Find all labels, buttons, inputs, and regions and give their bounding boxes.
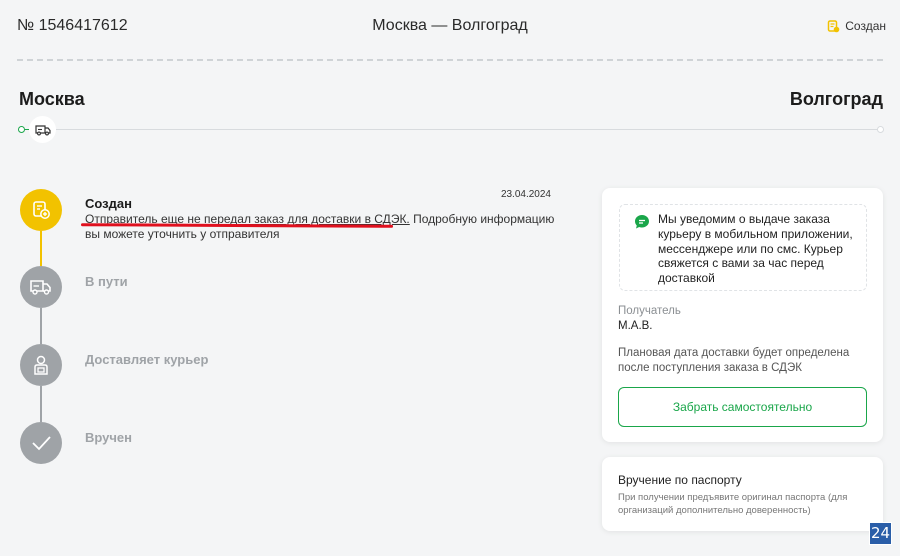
- courier-icon: [20, 344, 62, 386]
- truck-icon: [20, 266, 62, 308]
- destination-city: Волгоград: [789, 89, 883, 109]
- site-logo-badge: 24: [869, 522, 892, 545]
- notice-text: Мы уведомим о выдаче заказа курьеру в мо…: [658, 212, 853, 286]
- route-progress-line: [56, 129, 882, 130]
- notification-notice: Мы уведомим о выдаче заказа курьеру в мо…: [619, 204, 867, 291]
- status-badge: Создан: [827, 19, 886, 33]
- passport-text: При получении предъявите оригинал паспор…: [618, 492, 848, 516]
- step-created-date: 23.04.2024: [500, 189, 551, 200]
- route-start-dot: [18, 126, 25, 133]
- step-created-icon: [20, 189, 62, 231]
- passport-title: Вручение по паспорту: [618, 473, 742, 487]
- route-end-dot: [877, 126, 884, 133]
- origin-city: Москва: [19, 89, 85, 109]
- truck-position-icon: [29, 116, 56, 143]
- step-delivered-title: Вручен: [85, 430, 133, 445]
- planned-date-text: Плановая дата доставки будет определена …: [618, 347, 850, 374]
- passport-card: Вручение по паспорту При получении предъ…: [602, 457, 883, 531]
- recipient-value: М.А.В.: [618, 320, 653, 332]
- step-courier-title: Доставляет курьер: [85, 352, 209, 367]
- order-header: № 1546417612 Москва — Волгоград Создан: [0, 0, 900, 60]
- status-label: Создан: [845, 19, 886, 33]
- recipient-label: Получатель: [618, 305, 681, 317]
- message-icon: [635, 215, 649, 229]
- step-in-transit-title: В пути: [85, 274, 128, 289]
- self-pickup-button[interactable]: Забрать самостоятельно: [618, 387, 867, 427]
- route-title: Москва — Волгоград: [372, 17, 528, 34]
- document-status-icon: [828, 19, 840, 32]
- delivery-info-card: Мы уведомим о выдаче заказа курьеру в мо…: [602, 188, 883, 442]
- timeline-connector: [40, 308, 42, 344]
- header-divider: [17, 59, 883, 61]
- timeline-connector: [40, 231, 42, 266]
- step-created-title: Создан: [85, 196, 132, 211]
- check-icon: [20, 422, 62, 464]
- timeline-connector: [40, 386, 42, 422]
